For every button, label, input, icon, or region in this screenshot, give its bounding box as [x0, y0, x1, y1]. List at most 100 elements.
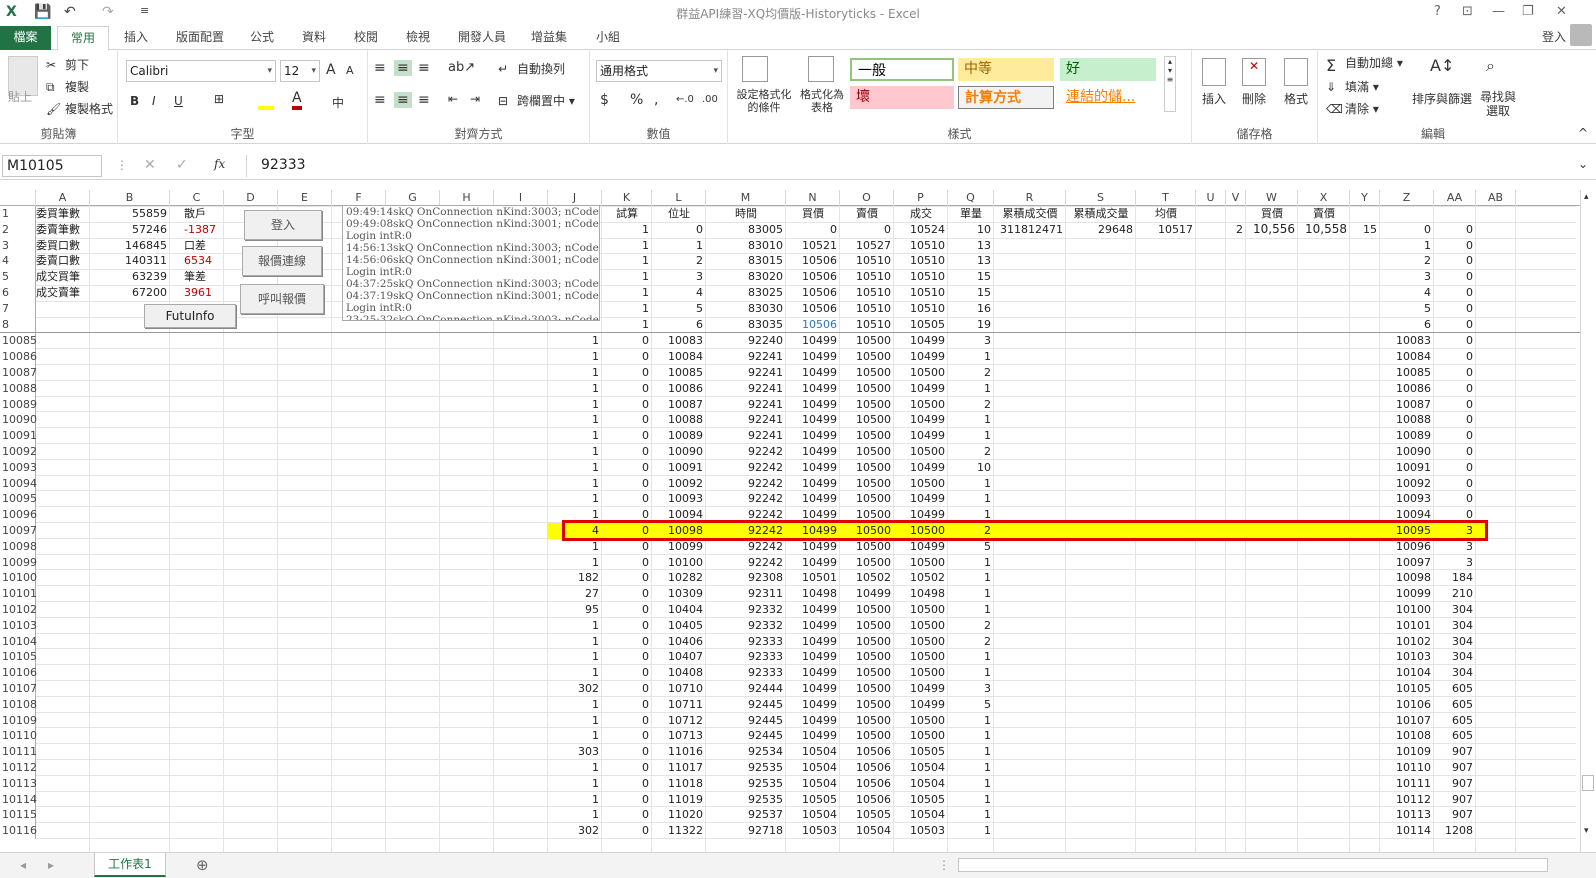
column-header-J[interactable]: J [548, 190, 602, 206]
cell-Q[interactable]: 1 [948, 760, 994, 776]
cell-Z[interactable]: 10112 [1380, 792, 1434, 808]
cell-J[interactable]: 1 [548, 776, 602, 792]
cell-N[interactable]: 10503 [786, 823, 840, 839]
cell-L[interactable]: 11020 [652, 807, 706, 823]
cell-P[interactable]: 10510 [894, 301, 948, 317]
help-button[interactable]: ? [1434, 4, 1441, 19]
cell-L[interactable]: 10408 [652, 665, 706, 681]
cell-Q[interactable]: 5 [948, 697, 994, 713]
row-header[interactable]: 10106 [0, 665, 37, 681]
cell-Q[interactable]: 2 [948, 397, 994, 413]
cell-M[interactable]: 92242 [706, 491, 786, 507]
row-header[interactable]: 10114 [0, 791, 37, 808]
cell-Z[interactable]: 10098 [1380, 570, 1434, 586]
column-header-Q[interactable]: Q [948, 190, 994, 206]
cell-O[interactable]: 10500 [840, 728, 894, 744]
cell-AA[interactable]: 605 [1434, 713, 1476, 729]
cell-M[interactable]: 92333 [706, 665, 786, 681]
cell-Z[interactable]: 10101 [1380, 618, 1434, 634]
column-header-AB[interactable]: AB [1476, 190, 1516, 206]
cell-P[interactable]: 10500 [894, 665, 948, 681]
cell-Q[interactable]: 1 [948, 555, 994, 571]
cell-Q[interactable]: 13 [948, 238, 994, 254]
column-header-N[interactable]: N [786, 190, 840, 206]
cell-P[interactable]: 10500 [894, 555, 948, 571]
cell-N[interactable]: 10506 [786, 253, 840, 269]
cell-AA[interactable]: 0 [1434, 444, 1476, 460]
cell-P[interactable]: 10498 [894, 586, 948, 602]
cell-Q[interactable]: 1 [948, 476, 994, 492]
cell-K[interactable]: 0 [602, 681, 652, 697]
cell-Z[interactable]: 10110 [1380, 760, 1434, 776]
cell-J[interactable]: 1 [548, 428, 602, 444]
cell-O[interactable]: 10500 [840, 681, 894, 697]
cell-Q[interactable]: 13 [948, 253, 994, 269]
row-header[interactable]: 10086 [0, 349, 37, 365]
cell-L[interactable]: 6 [652, 317, 706, 333]
percent-button[interactable]: % [630, 92, 643, 108]
cell-M[interactable]: 83005 [706, 222, 786, 238]
next-sheet-icon[interactable]: ▸ [48, 858, 54, 872]
cell-O[interactable]: 10510 [840, 269, 894, 285]
cell-M[interactable]: 92444 [706, 681, 786, 697]
cell-Q[interactable]: 19 [948, 317, 994, 333]
cell-J[interactable]: 1 [548, 634, 602, 650]
cell-O[interactable]: 10506 [840, 776, 894, 792]
cell-M[interactable]: 92241 [706, 428, 786, 444]
cell-B[interactable]: 67200 [90, 285, 170, 301]
cell-M[interactable]: 92242 [706, 476, 786, 492]
cell-O[interactable]: 10500 [840, 713, 894, 729]
row-header[interactable]: 10109 [0, 712, 37, 729]
cell-P[interactable]: 10524 [894, 222, 948, 238]
find-select-button[interactable]: 尋找與選取 [1478, 90, 1518, 118]
cell-J[interactable]: 1 [548, 476, 602, 492]
row-header[interactable]: 10101 [0, 586, 37, 602]
cell-Z[interactable]: 10106 [1380, 697, 1434, 713]
cell-O[interactable]: 10500 [840, 634, 894, 650]
align-middle-icon[interactable]: ≡ [394, 60, 412, 76]
font-name-select[interactable]: Calibri [126, 60, 276, 82]
cell-P[interactable]: 10500 [894, 649, 948, 665]
cell-N[interactable]: 10499 [786, 365, 840, 381]
cell-K[interactable]: 1 [602, 301, 652, 317]
cell-K[interactable]: 0 [602, 776, 652, 792]
fill-button[interactable]: ⇓ 填滿 ▾ [1326, 78, 1379, 96]
cell-M[interactable]: 92445 [706, 697, 786, 713]
tab-insert[interactable]: 插入 [114, 26, 158, 50]
style-calculation[interactable]: 計算方式 [958, 86, 1054, 109]
cell-O[interactable]: 10500 [840, 444, 894, 460]
cell-J[interactable]: 1 [548, 649, 602, 665]
cell-O[interactable]: 10500 [840, 381, 894, 397]
cell-N[interactable]: 10499 [786, 618, 840, 634]
cell-AA[interactable]: 304 [1434, 665, 1476, 681]
cell-K[interactable]: 0 [602, 713, 652, 729]
cell-J[interactable]: 1 [548, 412, 602, 428]
format-cells-icon[interactable] [1284, 58, 1308, 86]
collapse-ribbon-icon[interactable]: ^ [1578, 126, 1588, 140]
column-header-D[interactable]: D [224, 190, 278, 206]
login-button[interactable]: 登入 [244, 210, 322, 240]
cell-O[interactable]: 賣價 [840, 206, 894, 222]
cell-C[interactable]: 散戶 [170, 206, 224, 222]
cell-C[interactable]: 筆差 [170, 269, 224, 285]
row-header[interactable]: 10085 [0, 333, 37, 350]
cell-K[interactable]: 0 [602, 365, 652, 381]
cell-P[interactable]: 10499 [894, 412, 948, 428]
row-header[interactable]: 10090 [0, 412, 37, 429]
cell-M[interactable]: 92308 [706, 570, 786, 586]
cell-J[interactable]: 95 [548, 602, 602, 618]
cell-AA[interactable]: 184 [1434, 570, 1476, 586]
cell-Q[interactable]: 1 [948, 349, 994, 365]
shrink-font-button[interactable]: A [346, 64, 354, 77]
cell-M[interactable]: 92241 [706, 381, 786, 397]
column-header-P[interactable]: P [894, 190, 948, 206]
cell-AA[interactable]: 304 [1434, 618, 1476, 634]
cell-AA[interactable]: 0 [1434, 491, 1476, 507]
increase-decimal-button[interactable]: ←.0 [676, 94, 694, 105]
cell-Q[interactable]: 16 [948, 301, 994, 317]
cell-B[interactable]: 55859 [90, 206, 170, 222]
cell-N[interactable]: 10506 [786, 285, 840, 301]
cell-P[interactable]: 10510 [894, 285, 948, 301]
cell-P[interactable]: 10504 [894, 760, 948, 776]
row-header[interactable]: 10105 [0, 649, 37, 666]
